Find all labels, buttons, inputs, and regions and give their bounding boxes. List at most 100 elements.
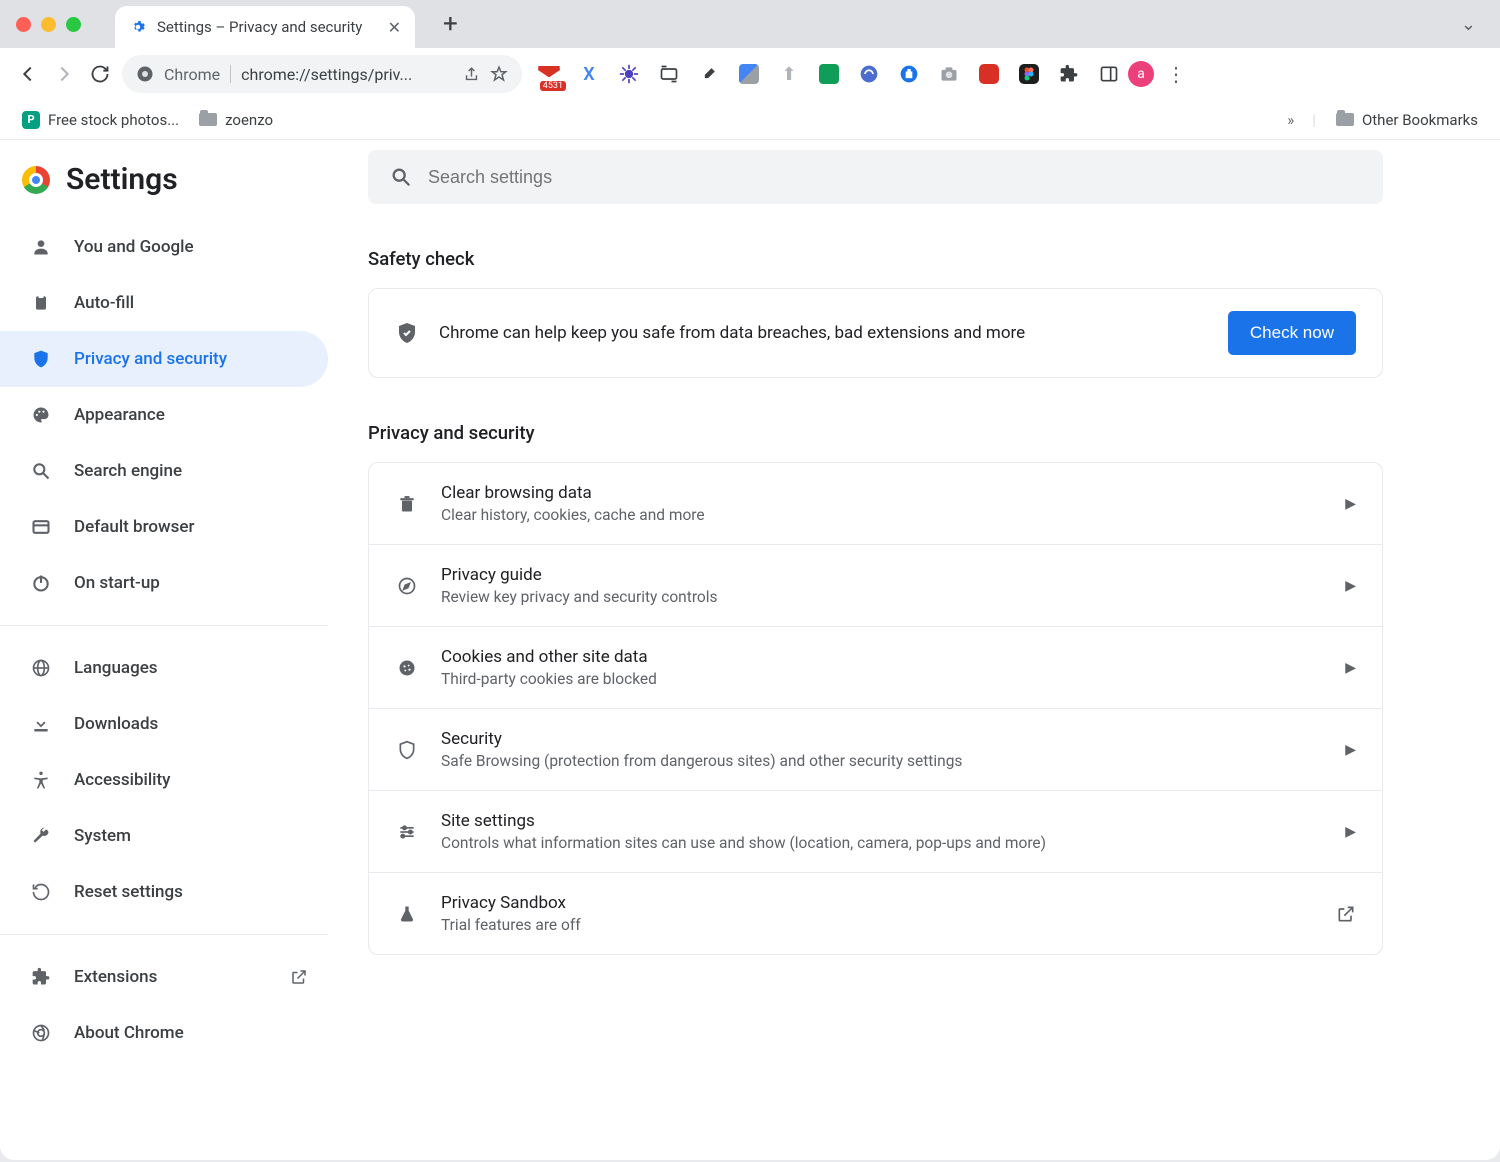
- ext-figma-icon[interactable]: [1018, 63, 1040, 85]
- ext-eyedropper-icon[interactable]: [698, 63, 720, 85]
- external-link-icon: [1336, 904, 1356, 924]
- flask-icon: [395, 904, 419, 924]
- menu-kebab-icon[interactable]: ⋮: [1166, 62, 1186, 86]
- search-settings-box[interactable]: [368, 150, 1383, 204]
- external-link-icon: [288, 968, 310, 986]
- globe-icon: [30, 658, 52, 678]
- row-title: Security: [441, 729, 1323, 749]
- ext-gmail-icon[interactable]: 4531: [538, 63, 560, 85]
- sidebar-item-label: Extensions: [74, 967, 157, 987]
- chrome-outline-icon: [30, 1023, 52, 1043]
- folder-icon: [199, 113, 217, 126]
- bookmark-star-icon[interactable]: [490, 65, 508, 83]
- page-title: Settings: [66, 162, 178, 197]
- search-icon: [30, 461, 52, 481]
- sidebar-item-label: Default browser: [74, 517, 195, 537]
- sidebar-item-accessibility[interactable]: Accessibility: [0, 752, 328, 808]
- share-icon[interactable]: [463, 66, 480, 83]
- sidebar-item-about-chrome[interactable]: About Chrome: [0, 1005, 328, 1061]
- bookmarks-overflow-icon[interactable]: »: [1287, 111, 1292, 129]
- ext-similarweb-icon[interactable]: [858, 63, 880, 85]
- row-subtitle: Safe Browsing (protection from dangerous…: [441, 752, 1323, 770]
- row-cookies[interactable]: Cookies and other site data Third-party …: [369, 626, 1382, 708]
- chevron-right-icon: ▶: [1345, 660, 1356, 676]
- sidebar-item-search-engine[interactable]: Search engine: [0, 443, 328, 499]
- privacy-security-card: Clear browsing data Clear history, cooki…: [368, 462, 1383, 955]
- new-tab-button[interactable]: +: [443, 9, 458, 39]
- sidebar-item-label: Languages: [74, 658, 158, 678]
- sidebar-item-you-and-google[interactable]: You and Google: [0, 219, 328, 275]
- row-title: Cookies and other site data: [441, 647, 1323, 667]
- ext-icon-4[interactable]: [658, 63, 680, 85]
- sidebar-item-on-startup[interactable]: On start-up: [0, 555, 328, 611]
- bookmark-item-0[interactable]: P Free stock photos...: [22, 111, 179, 129]
- profile-avatar[interactable]: a: [1128, 61, 1154, 87]
- row-title: Privacy Sandbox: [441, 893, 1314, 913]
- sidebar-item-default-browser[interactable]: Default browser: [0, 499, 328, 555]
- row-privacy-sandbox[interactable]: Privacy Sandbox Trial features are off: [369, 872, 1382, 954]
- person-icon: [30, 237, 52, 257]
- close-window-button[interactable]: [16, 17, 31, 32]
- tab-bar: Settings – Privacy and security ✕ + ⌄: [0, 0, 1500, 48]
- ext-icon-10[interactable]: [898, 63, 920, 85]
- row-subtitle: Review key privacy and security controls: [441, 588, 1323, 606]
- main-content: Safety check Chrome can help keep you sa…: [340, 140, 1500, 1160]
- chevron-right-icon: ▶: [1345, 578, 1356, 594]
- ext-icon-8[interactable]: [818, 63, 840, 85]
- extensions-puzzle-icon[interactable]: [1058, 63, 1080, 85]
- sidebar-item-reset-settings[interactable]: Reset settings: [0, 864, 328, 920]
- ext-camera-icon[interactable]: [938, 63, 960, 85]
- reload-button[interactable]: [86, 60, 114, 88]
- toolbar: Chrome chrome://settings/priv... 4531 X …: [0, 48, 1500, 100]
- settings-sidebar: Settings You and Google Auto-fill Privac…: [0, 140, 340, 1160]
- bookmark-label: Free stock photos...: [48, 111, 179, 129]
- shield-icon: [30, 349, 52, 369]
- chevron-right-icon: ▶: [1345, 742, 1356, 758]
- ext-icon-3[interactable]: [618, 63, 640, 85]
- palette-icon: [30, 405, 52, 425]
- sidebar-item-auto-fill[interactable]: Auto-fill: [0, 275, 328, 331]
- sidebar-item-languages[interactable]: Languages: [0, 640, 328, 696]
- check-now-button[interactable]: Check now: [1228, 311, 1356, 355]
- url-scheme-label: Chrome: [164, 65, 220, 84]
- row-subtitle: Trial features are off: [441, 916, 1314, 934]
- browser-tab[interactable]: Settings – Privacy and security ✕: [115, 6, 415, 48]
- site-info-icon[interactable]: [136, 65, 154, 83]
- row-clear-browsing-data[interactable]: Clear browsing data Clear history, cooki…: [369, 463, 1382, 544]
- side-panel-icon[interactable]: [1098, 63, 1120, 85]
- sidebar-item-appearance[interactable]: Appearance: [0, 387, 328, 443]
- bookmark-label: zoenzo: [225, 111, 273, 129]
- gmail-badge: 4531: [540, 81, 566, 91]
- ext-icon-12[interactable]: [978, 63, 1000, 85]
- ext-icon-2[interactable]: X: [578, 63, 600, 85]
- fullscreen-window-button[interactable]: [66, 17, 81, 32]
- row-security[interactable]: Security Safe Browsing (protection from …: [369, 708, 1382, 790]
- sidebar-item-downloads[interactable]: Downloads: [0, 696, 328, 752]
- sidebar-item-extensions[interactable]: Extensions: [0, 949, 328, 1005]
- browser-window-icon: [30, 517, 52, 537]
- chevron-right-icon: ▶: [1345, 496, 1356, 512]
- minimize-window-button[interactable]: [41, 17, 56, 32]
- address-bar[interactable]: Chrome chrome://settings/priv...: [122, 55, 522, 93]
- other-bookmarks-label: Other Bookmarks: [1362, 111, 1478, 129]
- back-button[interactable]: [14, 60, 42, 88]
- row-subtitle: Third-party cookies are blocked: [441, 670, 1323, 688]
- safety-check-text: Chrome can help keep you safe from data …: [439, 323, 1208, 343]
- search-settings-input[interactable]: [428, 167, 1361, 188]
- sidebar-item-label: System: [74, 826, 131, 846]
- tab-list-dropdown-icon[interactable]: ⌄: [1461, 14, 1476, 35]
- power-icon: [30, 573, 52, 593]
- bookmark-item-1[interactable]: zoenzo: [199, 111, 273, 129]
- sidebar-item-privacy-security[interactable]: Privacy and security: [0, 331, 328, 387]
- other-bookmarks[interactable]: Other Bookmarks: [1336, 111, 1478, 129]
- row-privacy-guide[interactable]: Privacy guide Review key privacy and sec…: [369, 544, 1382, 626]
- restore-icon: [30, 882, 52, 902]
- ext-translate-icon[interactable]: [738, 63, 760, 85]
- sidebar-item-system[interactable]: System: [0, 808, 328, 864]
- url-text: chrome://settings/priv...: [241, 65, 453, 84]
- close-tab-icon[interactable]: ✕: [388, 18, 401, 37]
- forward-button[interactable]: [50, 60, 78, 88]
- row-site-settings[interactable]: Site settings Controls what information …: [369, 790, 1382, 872]
- folder-icon: [1336, 113, 1354, 126]
- ext-icon-7[interactable]: ⬆: [778, 63, 800, 85]
